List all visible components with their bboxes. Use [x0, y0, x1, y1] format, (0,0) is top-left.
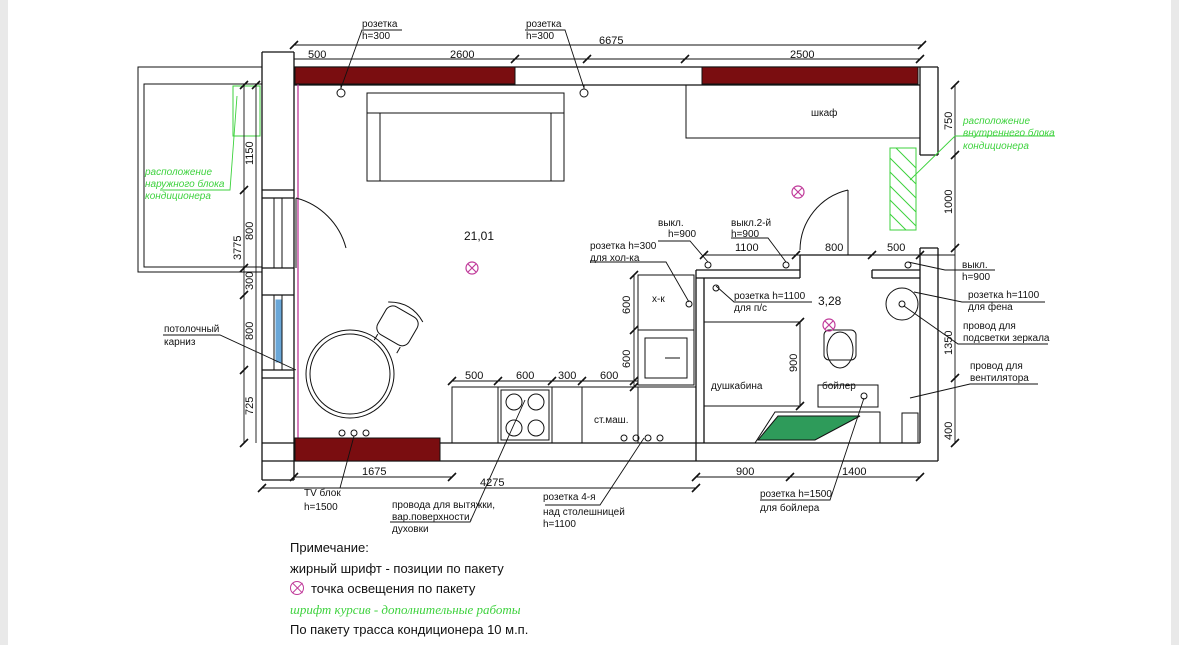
label-socket-dw2: для п/с [734, 303, 767, 314]
dim-kit-500: 500 [465, 370, 483, 382]
lamp-points [465, 185, 836, 332]
dim-left-800: 800 [244, 222, 256, 240]
oven-column [637, 329, 695, 386]
dim-left-725: 725 [244, 397, 256, 415]
label-boiler-socket: розетка h=1500 [760, 489, 832, 500]
dim-right-750: 750 [943, 112, 955, 130]
notes-lamp-line: точка освещения по пакету [290, 579, 528, 600]
label-tv: TV блок [304, 487, 341, 499]
label-switch1: выкл. [658, 218, 684, 229]
label-hood3: духовки [392, 524, 429, 535]
label-counter3: h=1100 [543, 519, 576, 530]
label-wardrobe: шкаф [811, 107, 837, 119]
label-socket-hair: розетка h=1100 [968, 290, 1040, 301]
label-ac-int2: внутреннего блока [963, 127, 1055, 139]
label-switch3: выкл. [962, 260, 988, 271]
dim-bot-1400: 1400 [842, 466, 866, 478]
label-ac-int1: расположение [962, 116, 1030, 127]
label-hood2: вар.поверхности, [392, 512, 472, 523]
floor-plan: 6675 500 2600 2500 1150 800 3775 300 800… [137, 19, 1055, 535]
label-counter1: розетка 4-я [543, 492, 596, 503]
notes-title: Примечание: [290, 540, 369, 555]
window-glazing [273, 198, 283, 370]
dim-right-1000: 1000 [943, 190, 955, 214]
label-tv-h: h=1500 [304, 502, 338, 513]
lamp-point-icon [290, 581, 304, 595]
dim-left-1150: 1150 [244, 141, 256, 165]
dim-right-1350: 1350 [943, 331, 955, 355]
label-cornice2: карниз [164, 337, 196, 348]
label-counter2: над столешницей [543, 507, 625, 518]
balcony-door [295, 197, 347, 268]
notes-ac-line: По пакету трасса кондиционера 10 м.п. [290, 622, 529, 637]
label-fan-wire: провод для [970, 361, 1023, 372]
chair [373, 301, 424, 354]
dim-mid-1100: 1100 [735, 242, 759, 254]
green-annotations: расположение наружного блока кондиционер… [144, 116, 1055, 202]
ac-unit-indoor [889, 147, 917, 231]
dim-mid-500: 500 [887, 242, 905, 254]
notes-lamp-text: точка освещения по пакету [311, 581, 476, 596]
dim-top-2600: 2600 [450, 49, 474, 61]
dim-right-400: 400 [943, 422, 955, 440]
dim-mid-800: 800 [825, 242, 843, 254]
label-socket-fridge2: для хол-ка [590, 253, 640, 264]
dim-v600b: 600 [621, 350, 633, 368]
label-socket-top2: розетка [526, 19, 562, 30]
label-hood1: провода для вытяжки, [392, 500, 495, 511]
washbasin [885, 287, 919, 321]
vent-box [901, 412, 919, 444]
label-bath-area: 3,28 [818, 294, 842, 308]
label-switch2: выкл.2-й [731, 218, 771, 229]
label-boiler: бойлер [822, 380, 856, 392]
label-fan-wire2: вентилятора [970, 373, 1029, 384]
dim-left-300: 300 [244, 272, 256, 290]
dim-kit-600b: 600 [600, 370, 618, 382]
label-boiler-socket2: для бойлера [760, 502, 820, 514]
label-washer: ст.маш. [594, 415, 629, 426]
dim-v900: 900 [788, 354, 800, 372]
label-socket-top2-h: h=300 [526, 31, 555, 42]
label-socket-hair2: для фена [968, 301, 1013, 313]
label-switch2-h: h=900 [731, 229, 760, 240]
dim-bot-900: 900 [736, 466, 754, 478]
toilet [823, 329, 857, 369]
notes-bold-line: жирный шрифт - позиции по пакету [290, 560, 504, 576]
label-ac-ext2: наружного блока [145, 178, 225, 190]
label-socket-top1-h: h=300 [362, 31, 391, 42]
label-ac-ext3: кондиционера [145, 191, 211, 202]
dim-top-total: 6675 [599, 35, 623, 47]
label-socket-top1: розетка [362, 19, 398, 30]
label-fridge: х-к [652, 294, 665, 305]
label-shower: душкабина [711, 380, 763, 392]
tub-fill [756, 415, 861, 441]
dim-bot-1675: 1675 [362, 466, 386, 478]
fridge [637, 274, 695, 331]
dim-top-500: 500 [308, 49, 326, 61]
label-room-area: 21,01 [464, 229, 494, 243]
label-mirror-wire2: подсветки зеркала [963, 333, 1050, 344]
notes-italic-line: шрифт курсив - дополнительные работы [290, 601, 521, 617]
dim-bot-4275: 4275 [480, 477, 504, 489]
shower-cabin [703, 321, 801, 407]
label-ac-ext1: расположение [144, 167, 212, 178]
wardrobe [685, 85, 920, 139]
dining-table [305, 329, 395, 419]
label-ac-int3: кондиционера [963, 141, 1029, 152]
dim-kit-300: 300 [558, 370, 576, 382]
dim-kit-600a: 600 [516, 370, 534, 382]
dim-left-3775: 3775 [232, 236, 244, 260]
dim-top-2500: 2500 [790, 49, 814, 61]
label-switch1-h: h=900 [668, 229, 697, 240]
dim-v600a: 600 [621, 296, 633, 314]
dim-left-800b: 800 [244, 322, 256, 340]
sofa [366, 92, 565, 182]
notes-block: Примечание: жирный шрифт - позиции по па… [290, 538, 528, 641]
red-wall-segments [294, 66, 919, 462]
label-cornice: потолочный [164, 324, 219, 335]
label-switch3-h: h=900 [962, 272, 991, 283]
label-socket-dw: розетка h=1100 [734, 291, 806, 302]
label-mirror-wire: провод для [963, 321, 1016, 332]
label-socket-fridge: розетка h=300 [590, 241, 657, 252]
